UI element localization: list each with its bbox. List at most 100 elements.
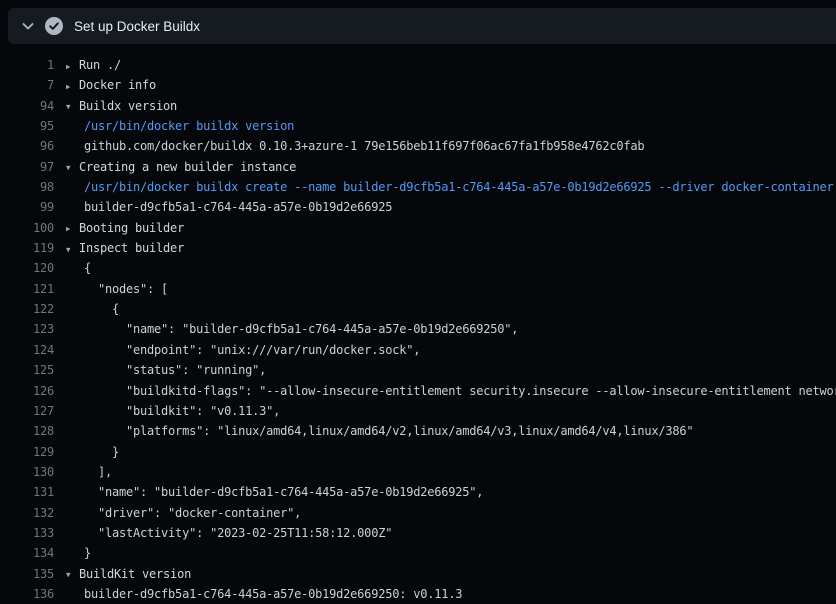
chevron-down-icon[interactable]	[20, 18, 36, 34]
group-toggle-icon[interactable]: ▶	[66, 77, 79, 96]
log-group-line[interactable]: 119 ▼Inspect builder	[0, 238, 836, 258]
log-line: 121 "nodes": [	[0, 279, 836, 299]
log-group-line[interactable]: 1 ▶Run ./	[0, 55, 836, 75]
log-text: }	[84, 445, 119, 459]
line-number[interactable]: 134	[0, 543, 54, 563]
log-line-body: /usr/bin/docker buildx version	[54, 116, 836, 136]
line-number[interactable]: 97	[0, 157, 54, 177]
log-text: builder-d9cfb5a1-c764-445a-a57e-0b19d2e6…	[84, 200, 392, 214]
line-number[interactable]: 128	[0, 421, 54, 441]
line-number[interactable]: 96	[0, 136, 54, 156]
log-line-body: {	[54, 299, 836, 319]
log-line-body: ▼BuildKit version	[54, 564, 836, 584]
log-line: 96 github.com/docker/buildx 0.10.3+azure…	[0, 136, 836, 156]
log-line-body: ▼Inspect builder	[54, 238, 836, 258]
log-text: Docker info	[79, 78, 156, 92]
group-toggle-icon[interactable]: ▶	[66, 219, 79, 238]
step-title: Set up Docker Buildx	[74, 19, 200, 34]
log-line-body: "platforms": "linux/amd64,linux/amd64/v2…	[54, 421, 836, 441]
log-text: "lastActivity": "2023-02-25T11:58:12.000…	[84, 526, 392, 540]
log-line-body: ▶Booting builder	[54, 218, 836, 238]
log-line-body: builder-d9cfb5a1-c764-445a-a57e-0b19d2e6…	[54, 584, 836, 604]
log-line-body: "buildkitd-flags": "--allow-insecure-ent…	[54, 381, 836, 401]
group-toggle-icon[interactable]: ▶	[66, 57, 79, 76]
line-number[interactable]: 126	[0, 381, 54, 401]
log-line-body: builder-d9cfb5a1-c764-445a-a57e-0b19d2e6…	[54, 197, 836, 217]
log-group-line[interactable]: 135 ▼BuildKit version	[0, 564, 836, 584]
line-number[interactable]: 123	[0, 319, 54, 339]
log-line-body: /usr/bin/docker buildx create --name bui…	[54, 177, 836, 197]
line-number[interactable]: 136	[0, 584, 54, 604]
log-text: "buildkitd-flags": "--allow-insecure-ent…	[84, 384, 836, 398]
log-text: "name": "builder-d9cfb5a1-c764-445a-a57e…	[84, 322, 518, 336]
line-number[interactable]: 120	[0, 258, 54, 278]
log-text: "nodes": [	[84, 282, 168, 296]
group-toggle-icon[interactable]: ▼	[66, 97, 79, 116]
log-text: github.com/docker/buildx 0.10.3+azure-1 …	[84, 139, 644, 153]
log-line: 125 "status": "running",	[0, 360, 836, 380]
log-line-body: "buildkit": "v0.11.3",	[54, 401, 836, 421]
line-number[interactable]: 94	[0, 96, 54, 116]
log-text: BuildKit version	[79, 567, 191, 581]
log-line: 126 "buildkitd-flags": "--allow-insecure…	[0, 381, 836, 401]
log-line-body: }	[54, 543, 836, 563]
group-toggle-icon[interactable]: ▼	[66, 565, 79, 584]
step-header[interactable]: Set up Docker Buildx	[8, 8, 836, 44]
group-toggle-icon[interactable]: ▼	[66, 240, 79, 259]
log-line: 132 "driver": "docker-container",	[0, 503, 836, 523]
log-line-body: ▶Docker info	[54, 75, 836, 95]
log-text: "status": "running",	[84, 363, 266, 377]
log-line-body: {	[54, 258, 836, 278]
line-number[interactable]: 99	[0, 197, 54, 217]
log-line: 131 "name": "builder-d9cfb5a1-c764-445a-…	[0, 482, 836, 502]
log-line: 127 "buildkit": "v0.11.3",	[0, 401, 836, 421]
line-number[interactable]: 130	[0, 462, 54, 482]
line-number[interactable]: 121	[0, 279, 54, 299]
log-group-line[interactable]: 94 ▼Buildx version	[0, 96, 836, 116]
log-line-body: "lastActivity": "2023-02-25T11:58:12.000…	[54, 523, 836, 543]
group-toggle-icon[interactable]: ▼	[66, 158, 79, 177]
log-text: Inspect builder	[79, 241, 184, 255]
log-text: {	[84, 261, 91, 275]
log-text: /usr/bin/docker buildx create --name bui…	[84, 180, 834, 194]
line-number[interactable]: 131	[0, 482, 54, 502]
check-circle-icon	[45, 17, 63, 35]
line-number[interactable]: 133	[0, 523, 54, 543]
log-text: Booting builder	[79, 221, 184, 235]
line-number[interactable]: 95	[0, 116, 54, 136]
log-line-body: ],	[54, 462, 836, 482]
log-line: 129 }	[0, 442, 836, 462]
log-line: 122 {	[0, 299, 836, 319]
line-number[interactable]: 124	[0, 340, 54, 360]
log-text: Run ./	[79, 58, 121, 72]
log-text: ],	[84, 465, 112, 479]
line-number[interactable]: 129	[0, 442, 54, 462]
log-line-body: }	[54, 442, 836, 462]
log-group-line[interactable]: 97 ▼Creating a new builder instance	[0, 157, 836, 177]
log-text: builder-d9cfb5a1-c764-445a-a57e-0b19d2e6…	[84, 587, 462, 601]
line-number[interactable]: 1	[0, 55, 54, 75]
log-group-line[interactable]: 100 ▶Booting builder	[0, 218, 836, 238]
line-number[interactable]: 125	[0, 360, 54, 380]
log-line-body: "driver": "docker-container",	[54, 503, 836, 523]
line-number[interactable]: 135	[0, 564, 54, 584]
log-text: /usr/bin/docker buildx version	[84, 119, 294, 133]
log-line: 98 /usr/bin/docker buildx create --name …	[0, 177, 836, 197]
log-line-body: "name": "builder-d9cfb5a1-c764-445a-a57e…	[54, 319, 836, 339]
line-number[interactable]: 7	[0, 75, 54, 95]
log-text: "endpoint": "unix:///var/run/docker.sock…	[84, 343, 420, 357]
log-group-line[interactable]: 7 ▶Docker info	[0, 75, 836, 95]
log-line: 123 "name": "builder-d9cfb5a1-c764-445a-…	[0, 319, 836, 339]
line-number[interactable]: 132	[0, 503, 54, 523]
log-lines: 1 ▶Run ./ 7 ▶Docker info 94 ▼Buildx vers…	[0, 55, 836, 604]
line-number[interactable]: 119	[0, 238, 54, 258]
log-line-body: ▶Run ./	[54, 55, 836, 75]
line-number[interactable]: 127	[0, 401, 54, 421]
line-number[interactable]: 122	[0, 299, 54, 319]
log-text: Buildx version	[79, 99, 177, 113]
log-line-body: "name": "builder-d9cfb5a1-c764-445a-a57e…	[54, 482, 836, 502]
log-text: "buildkit": "v0.11.3",	[84, 404, 280, 418]
line-number[interactable]: 100	[0, 218, 54, 238]
log-line-body: "endpoint": "unix:///var/run/docker.sock…	[54, 340, 836, 360]
line-number[interactable]: 98	[0, 177, 54, 197]
